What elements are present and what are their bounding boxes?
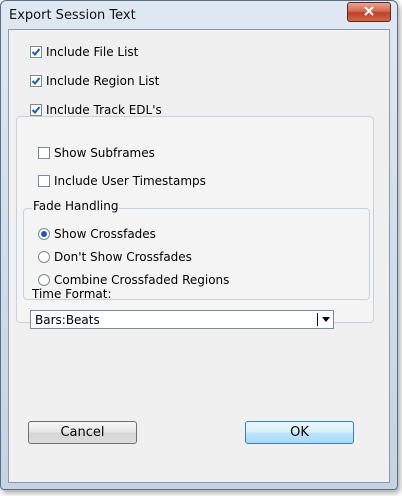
show-subframes-checkbox[interactable] bbox=[38, 147, 50, 159]
checkmark-icon bbox=[31, 77, 41, 85]
include-file-list-label: Include File List bbox=[46, 45, 139, 59]
time-format-value: Bars:Beats bbox=[35, 313, 100, 327]
include-region-list-checkbox[interactable] bbox=[30, 75, 42, 87]
combine-crossfaded-regions-radio[interactable] bbox=[38, 274, 50, 286]
chevron-down-icon[interactable] bbox=[322, 317, 330, 322]
dont-show-crossfades-option[interactable]: Don't Show Crossfades bbox=[38, 249, 192, 265]
fade-handling-title: Fade Handling bbox=[32, 199, 120, 213]
time-format-label: Time Format: bbox=[32, 287, 112, 301]
checkmark-icon bbox=[31, 48, 41, 56]
include-user-timestamps-option[interactable]: Include User Timestamps bbox=[38, 173, 206, 189]
include-file-list-checkbox[interactable] bbox=[30, 46, 42, 58]
ok-button[interactable]: OK bbox=[245, 421, 354, 444]
ok-button-label: OK bbox=[290, 425, 309, 440]
combine-crossfaded-regions-option[interactable]: Combine Crossfaded Regions bbox=[38, 272, 229, 288]
cancel-button-label: Cancel bbox=[60, 425, 105, 440]
time-format-select[interactable]: Bars:Beats bbox=[30, 310, 334, 329]
dont-show-crossfades-label: Don't Show Crossfades bbox=[54, 250, 192, 264]
include-track-edls-checkbox[interactable] bbox=[30, 104, 42, 116]
combine-crossfaded-regions-label: Combine Crossfaded Regions bbox=[54, 273, 230, 287]
show-crossfades-option[interactable]: Show Crossfades bbox=[38, 226, 156, 242]
cancel-button[interactable]: Cancel bbox=[28, 421, 137, 444]
window-title: Export Session Text bbox=[9, 8, 136, 23]
checkmark-icon bbox=[31, 106, 41, 114]
dont-show-crossfades-radio[interactable] bbox=[38, 251, 50, 263]
select-divider bbox=[317, 313, 318, 326]
include-region-list-label: Include Region List bbox=[46, 74, 160, 88]
include-track-edls-label: Include Track EDL's bbox=[46, 103, 162, 117]
include-region-list-option[interactable]: Include Region List bbox=[30, 73, 159, 89]
export-session-text-dialog: Export Session Text Include File List In… bbox=[0, 0, 398, 490]
show-subframes-label: Show Subframes bbox=[54, 146, 155, 160]
show-crossfades-radio[interactable] bbox=[38, 228, 50, 240]
show-subframes-option[interactable]: Show Subframes bbox=[38, 145, 155, 161]
close-icon bbox=[364, 5, 374, 19]
include-user-timestamps-checkbox[interactable] bbox=[38, 175, 50, 187]
include-user-timestamps-label: Include User Timestamps bbox=[54, 174, 206, 188]
title-bar: Export Session Text bbox=[1, 1, 397, 29]
show-crossfades-label: Show Crossfades bbox=[54, 227, 156, 241]
include-file-list-option[interactable]: Include File List bbox=[30, 44, 138, 60]
close-button[interactable] bbox=[347, 2, 391, 22]
